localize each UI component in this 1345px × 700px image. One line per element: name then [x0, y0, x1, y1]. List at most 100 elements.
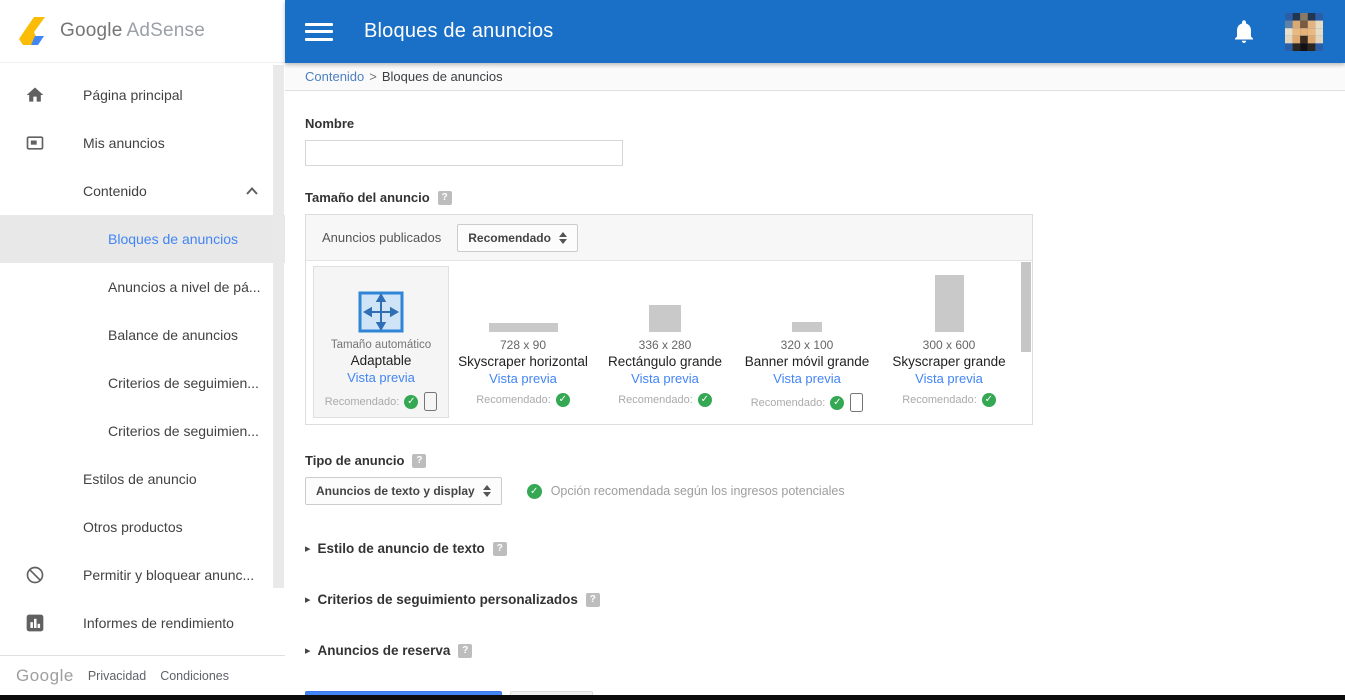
sidebar-item-label: Anuncios a nivel de pá...: [108, 279, 261, 295]
sidebar-item-contenido[interactable]: Contenido: [0, 167, 285, 215]
size-preview-area: [455, 270, 591, 332]
published-ads-label: Anuncios publicados: [322, 230, 442, 245]
section-label: Estilo de anuncio de texto: [317, 541, 485, 556]
sidebar-item-bloques-de-anuncios[interactable]: Bloques de anuncios: [0, 215, 285, 263]
card-title: Rectángulo grande: [607, 354, 723, 369]
help-icon[interactable]: ?: [412, 453, 427, 468]
size-rect: [792, 322, 822, 332]
card-footer: Recomendado: ✓: [455, 393, 591, 413]
sidebar-item-otros-productos[interactable]: Otros productos: [0, 503, 285, 551]
sidebar: Google AdSense Página principal Mis anunc…: [0, 0, 285, 695]
sidebar-item-criterios-seguimiento-1[interactable]: Criterios de seguimien...: [0, 359, 285, 407]
brand-wordmark: Google AdSense: [60, 20, 205, 42]
size-preview-area: [739, 270, 875, 332]
preview-link[interactable]: Vista previa: [739, 371, 875, 386]
ad-type-value: Anuncios de texto y display: [316, 484, 475, 498]
card-footer: Recomendado: ✓: [314, 392, 448, 417]
section-criterios-seguimiento[interactable]: ▸ Criterios de seguimiento personalizado…: [305, 592, 1345, 607]
recommended-label: Recomendado:: [750, 396, 826, 409]
appbar-actions: [1233, 12, 1345, 51]
section-label: Anuncios de reserva: [317, 643, 451, 658]
privacy-link[interactable]: Privacidad: [88, 669, 146, 683]
preview-link[interactable]: Vista previa: [597, 371, 733, 386]
caret-right-icon: ▸: [305, 594, 311, 606]
recommended-label: Recomendado:: [476, 394, 551, 406]
card-auto-label: Tamaño automático: [330, 339, 432, 351]
help-icon[interactable]: ?: [585, 592, 600, 607]
breadcrumb-current: Bloques de anuncios: [381, 69, 503, 84]
sidebar-footer: Google Privacidad Condiciones: [0, 655, 285, 695]
card-title: Adaptable: [350, 353, 412, 368]
ad-size-cards: Tamaño automático Adaptable Vista previa…: [306, 261, 1032, 424]
card-footer: Recomendado: ✓: [597, 393, 733, 413]
sidebar-item-pagina-principal[interactable]: Página principal: [0, 71, 285, 119]
sidebar-item-estilos-de-anuncio[interactable]: Estilos de anuncio: [0, 455, 285, 503]
ad-size-card-adaptable[interactable]: Tamaño automático Adaptable Vista previa…: [313, 266, 449, 418]
preview-link[interactable]: Vista previa: [455, 371, 591, 386]
brand-product: AdSense: [126, 20, 205, 41]
ad-type-row: Anuncios de texto y display ✓ Opción rec…: [305, 477, 1345, 505]
caret-right-icon: ▸: [305, 543, 311, 555]
recommended-label: Recomendado:: [902, 394, 977, 406]
card-size-label: 320 x 100: [780, 338, 834, 352]
ad-size-panel: Anuncios publicados Recomendado Tamaño a…: [305, 214, 1033, 425]
ad-sizes-scrollbar[interactable]: [1021, 262, 1031, 352]
avatar[interactable]: [1285, 12, 1323, 51]
ad-type-select[interactable]: Anuncios de texto y display: [305, 477, 502, 505]
size-preview-area: [881, 270, 1017, 332]
card-footer: Recomendado: ✓: [739, 393, 875, 418]
sidebar-item-permitir-bloquear[interactable]: Permitir y bloquear anunc...: [0, 551, 285, 599]
sort-arrows-icon: [558, 231, 567, 244]
google-wordmark: Google: [16, 665, 74, 685]
ad-size-panel-header: Anuncios publicados Recomendado: [306, 215, 1032, 261]
ad-size-card-300x600[interactable]: 300 x 600 Skyscraper grande Vista previa…: [881, 266, 1017, 418]
check-circle-icon: ✓: [697, 393, 712, 407]
size-rect: [934, 275, 964, 332]
notifications-icon[interactable]: [1233, 19, 1255, 44]
sidebar-item-label: Estilos de anuncio: [83, 471, 197, 487]
sidebar-item-balance-de-anuncios[interactable]: Balance de anuncios: [0, 311, 285, 359]
size-filter-select[interactable]: Recomendado: [457, 223, 578, 252]
breadcrumb-parent-link[interactable]: Contenido: [305, 69, 364, 84]
card-size-label: 300 x 600: [922, 338, 976, 352]
breadcrumb-separator: >: [369, 69, 377, 84]
sidebar-item-criterios-seguimiento-2[interactable]: Criterios de seguimien...: [0, 407, 285, 455]
ad-size-card-320x100[interactable]: 320 x 100 Banner móvil grande Vista prev…: [739, 266, 875, 418]
preview-link[interactable]: Vista previa: [314, 370, 448, 385]
caret-right-icon: ▸: [305, 645, 311, 657]
sidebar-item-informes-rendimiento[interactable]: Informes de rendimiento: [0, 599, 285, 647]
card-size-label: 336 x 280: [638, 338, 692, 352]
ad-size-label-text: Tamaño del anuncio: [305, 190, 430, 205]
menu-icon[interactable]: [305, 22, 333, 41]
sidebar-item-label: Contenido: [83, 183, 147, 199]
check-circle-icon: ✓: [526, 483, 542, 499]
terms-link[interactable]: Condiciones: [160, 669, 229, 683]
size-rect: [488, 323, 558, 332]
recommended-label: Recomendado:: [324, 395, 400, 408]
preview-link[interactable]: Vista previa: [881, 371, 1017, 386]
ad-type-hint: ✓ Opción recomendada según los ingresos …: [526, 483, 845, 499]
name-input[interactable]: [305, 140, 623, 166]
section-estilo-anuncio-texto[interactable]: ▸ Estilo de anuncio de texto ?: [305, 541, 1345, 556]
section-anuncios-reserva[interactable]: ▸ Anuncios de reserva ?: [305, 643, 1345, 658]
block-icon: [26, 566, 44, 584]
ad-size-card-336x280[interactable]: 336 x 280 Rectángulo grande Vista previa…: [597, 266, 733, 418]
ad-size-section-label: Tamaño del anuncio ?: [305, 190, 1345, 205]
check-circle-icon: ✓: [555, 393, 570, 407]
recommended-label: Recomendado:: [618, 394, 693, 406]
size-filter-value: Recomendado: [468, 230, 551, 245]
sidebar-item-mis-anuncios[interactable]: Mis anuncios: [0, 119, 285, 167]
sidebar-scrollbar[interactable]: [273, 65, 284, 588]
help-icon[interactable]: ?: [437, 190, 452, 205]
main-content: Nombre Tamaño del anuncio ? Anuncios pub…: [285, 91, 1345, 695]
ad-unit-icon: [26, 136, 44, 150]
ad-size-card-728x90[interactable]: 728 x 90 Skyscraper horizontal Vista pre…: [455, 266, 591, 418]
window-bottom-edge: [0, 695, 1345, 700]
card-title: Banner móvil grande: [744, 354, 870, 369]
size-preview-area: [314, 271, 448, 333]
sidebar-item-label: Criterios de seguimien...: [108, 423, 259, 439]
sidebar-item-anuncios-nivel-pagina[interactable]: Anuncios a nivel de pá...: [0, 263, 285, 311]
brand-google: Google: [60, 20, 123, 41]
help-icon[interactable]: ?: [492, 541, 507, 556]
help-icon[interactable]: ?: [458, 643, 473, 658]
